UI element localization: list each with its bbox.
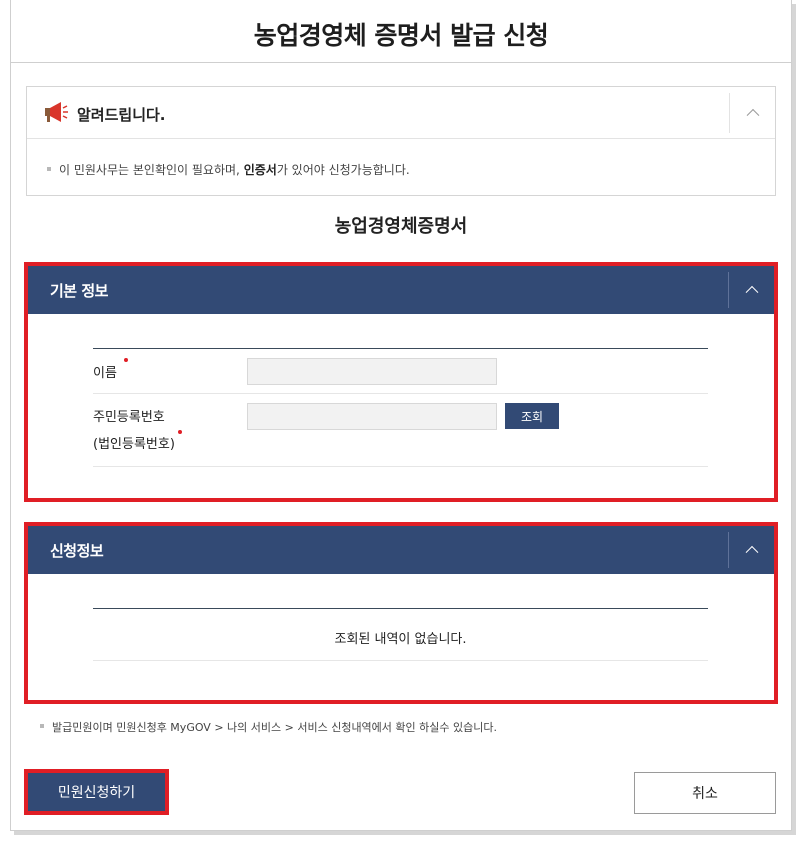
id-number-input[interactable] [247, 403, 497, 430]
submit-highlight: 민원신청하기 [24, 769, 169, 815]
title-divider [10, 62, 792, 63]
required-indicator [178, 430, 182, 434]
page-title: 농업경영체 증명서 발급 신청 [253, 21, 549, 50]
empty-result-message: 조회된 내역이 없습니다. [334, 632, 467, 647]
footnote: 발급민원이며 민원신청후 MyGOV > 나의 서비스 > 서비스 신청내역에서… [40, 719, 497, 735]
basic-info-collapse-button[interactable] [728, 272, 774, 308]
id-number-label: 주민등록번호 [93, 410, 165, 425]
notice-title: 알려드립니다. [77, 106, 166, 124]
application-info-title: 신청정보 [50, 542, 104, 560]
bullet-icon [40, 724, 44, 728]
notice-text-part: 이 민원사무는 본인확인이 필요하며, [59, 163, 244, 177]
lookup-button[interactable]: 조회 [505, 403, 559, 429]
notice-text-part: 가 있어야 신청가능합니다. [276, 163, 410, 177]
notice-text-bold: 인증서 [243, 163, 277, 177]
id-number-row: 주민등록번호 (법인등록번호) 조회 [93, 394, 708, 467]
basic-info-panel: 기본 정보 이름 주민등록번호 (법인등록번호) 조회 [24, 262, 778, 502]
application-info-panel: 신청정보 조회된 내역이 없습니다. [24, 522, 778, 704]
chevron-up-icon [745, 285, 758, 299]
name-input[interactable] [247, 358, 497, 385]
basic-info-header: 기본 정보 [28, 266, 774, 314]
table-bottom-rule [93, 660, 708, 661]
megaphone-icon [43, 100, 69, 124]
chevron-up-icon [746, 108, 759, 122]
corporate-number-label: (법인등록번호) [93, 437, 175, 452]
notice-collapse-button[interactable] [729, 93, 775, 133]
basic-info-form: 이름 주민등록번호 (법인등록번호) 조회 [93, 348, 708, 467]
notice-header: 알려드립니다. [27, 87, 775, 139]
notice-text: 이 민원사무는 본인확인이 필요하며, 인증서가 있어야 신청가능합니다. [47, 161, 410, 178]
name-label: 이름 [93, 366, 117, 381]
notice-box: 알려드립니다. 이 민원사무는 본인확인이 필요하며, 인증서가 있어야 신청가… [26, 86, 776, 196]
required-indicator [124, 358, 128, 362]
bullet-icon [47, 166, 51, 171]
application-info-header: 신청정보 [28, 526, 774, 574]
footnote-text: 발급민원이며 민원신청후 MyGOV > 나의 서비스 > 서비스 신청내역에서… [52, 721, 497, 734]
table-top-rule [93, 608, 708, 609]
cancel-button[interactable]: 취소 [634, 772, 776, 814]
basic-info-title: 기본 정보 [50, 282, 108, 300]
chevron-up-icon [745, 545, 758, 559]
name-row: 이름 [93, 349, 708, 394]
submit-application-button[interactable]: 민원신청하기 [28, 773, 165, 811]
certificate-heading: 농업경영체증명서 [334, 216, 468, 237]
application-info-collapse-button[interactable] [728, 532, 774, 568]
